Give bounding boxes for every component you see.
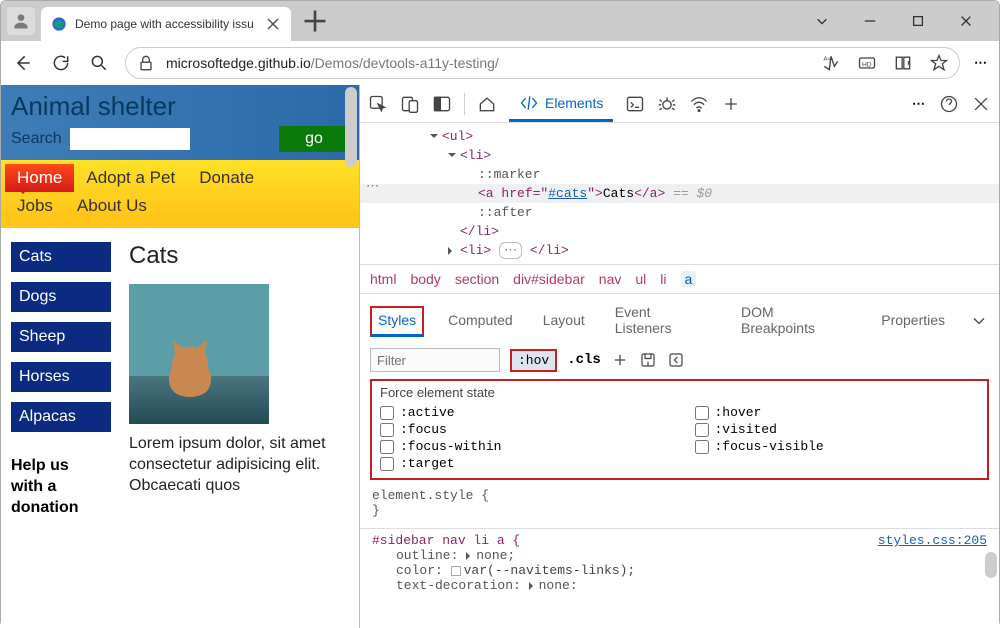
- search-label: Search: [11, 130, 62, 148]
- tab-close-icon[interactable]: [265, 16, 281, 32]
- elements-tree[interactable]: ⋯ <ul> <li> ::marker <a href="#cats">Cat…: [360, 123, 999, 264]
- css-element-style[interactable]: element.style { }: [360, 484, 999, 522]
- edge-icon: [51, 16, 67, 32]
- page-title: Animal shelter: [11, 91, 349, 122]
- chevron-down-icon[interactable]: [969, 311, 989, 331]
- nav-jobs[interactable]: Jobs: [5, 192, 65, 220]
- sidebar-item-sheep[interactable]: Sheep: [11, 322, 111, 352]
- devtools-more-icon[interactable]: ⋯: [912, 96, 927, 112]
- page-scrollbar[interactable]: [345, 87, 357, 167]
- device-icon[interactable]: [400, 94, 420, 114]
- toggle-cls-button[interactable]: .cls: [567, 352, 601, 368]
- window-close-icon[interactable]: [951, 6, 981, 36]
- breadcrumb[interactable]: html body section div#sidebar nav ul li …: [360, 264, 999, 294]
- tab-styles[interactable]: Styles: [370, 306, 424, 337]
- css-rule[interactable]: styles.css:205 #sidebar nav li a { outli…: [360, 528, 999, 597]
- search-input[interactable]: [70, 128, 190, 150]
- url-text: microsoftedge.github.io/Demos/devtools-a…: [166, 55, 499, 71]
- tab-computed[interactable]: Computed: [442, 308, 519, 334]
- save-icon[interactable]: [639, 351, 657, 369]
- force-target[interactable]: :target: [380, 455, 665, 472]
- welcome-icon[interactable]: [477, 94, 497, 114]
- reader-icon[interactable]: [893, 53, 913, 73]
- force-focus-visible[interactable]: :focus-visible: [695, 438, 980, 455]
- address-bar[interactable]: microsoftedge.github.io/Demos/devtools-a…: [125, 47, 960, 79]
- browser-tab[interactable]: Demo page with accessibility issu: [41, 7, 291, 41]
- network-icon[interactable]: [689, 94, 709, 114]
- tab-layout[interactable]: Layout: [537, 308, 591, 334]
- elements-menu-icon[interactable]: ⋯: [366, 179, 379, 194]
- styles-scrollbar[interactable]: [985, 552, 997, 578]
- force-visited[interactable]: :visited: [695, 421, 980, 438]
- bug-icon[interactable]: [657, 94, 677, 114]
- more-menu-icon[interactable]: ⋯: [974, 55, 989, 71]
- collapse-icon[interactable]: [667, 351, 685, 369]
- force-focus-within[interactable]: :focus-within: [380, 438, 665, 455]
- sidebar-item-alpacas[interactable]: Alpacas: [11, 402, 111, 432]
- force-state-panel: Force element state :active :focus :focu…: [370, 379, 989, 480]
- dock-icon[interactable]: [432, 94, 452, 114]
- svg-text:HD: HD: [862, 61, 872, 68]
- new-tab-button[interactable]: [301, 7, 329, 35]
- reload-button[interactable]: [49, 51, 73, 75]
- sidebar-item-dogs[interactable]: Dogs: [11, 282, 111, 312]
- add-tab-icon[interactable]: [721, 94, 741, 114]
- donation-help-text: Help us with a donation: [11, 456, 111, 518]
- content-heading: Cats: [129, 242, 349, 270]
- toggle-hov-button[interactable]: :hov: [510, 349, 557, 372]
- css-source-link[interactable]: styles.css:205: [878, 533, 987, 548]
- tab-properties[interactable]: Properties: [875, 308, 951, 334]
- help-icon[interactable]: [939, 94, 959, 114]
- nav-donate[interactable]: Donate: [187, 164, 266, 192]
- tab-dom-breakpoints[interactable]: DOM Breakpoints: [735, 300, 857, 342]
- back-button[interactable]: [11, 51, 35, 75]
- nav-about[interactable]: About Us: [65, 192, 159, 220]
- go-button[interactable]: go: [279, 126, 349, 152]
- profile-button[interactable]: [7, 7, 35, 35]
- window-dropdown-icon[interactable]: [807, 6, 837, 36]
- plus-icon[interactable]: [611, 351, 629, 369]
- nav-home[interactable]: Home: [5, 164, 74, 192]
- window-minimize-icon[interactable]: [855, 6, 885, 36]
- inspect-icon[interactable]: [368, 94, 388, 114]
- force-active[interactable]: :active: [380, 404, 665, 421]
- styles-filter-input[interactable]: [370, 348, 500, 372]
- read-aloud-icon[interactable]: A»: [821, 53, 841, 73]
- nav-adopt[interactable]: Adopt a Pet: [74, 164, 187, 192]
- force-hover[interactable]: :hover: [695, 404, 980, 421]
- hd-icon[interactable]: HD: [857, 53, 877, 73]
- tab-event-listeners[interactable]: Event Listeners: [609, 300, 717, 342]
- tab-elements[interactable]: Elements: [509, 87, 613, 122]
- search-icon[interactable]: [87, 51, 111, 75]
- svg-text:A»: A»: [824, 56, 831, 62]
- console-icon[interactable]: [625, 94, 645, 114]
- content-text: Lorem ipsum dolor, sit amet consectetur …: [129, 434, 349, 496]
- lock-icon: [136, 53, 156, 73]
- favorite-icon[interactable]: [929, 53, 949, 73]
- force-focus[interactable]: :focus: [380, 421, 665, 438]
- sidebar-item-cats[interactable]: Cats: [11, 242, 111, 272]
- window-maximize-icon[interactable]: [903, 6, 933, 36]
- tab-title: Demo page with accessibility issu: [75, 17, 257, 31]
- sidebar-item-horses[interactable]: Horses: [11, 362, 111, 392]
- close-devtools-icon[interactable]: [971, 94, 991, 114]
- cat-image: [129, 284, 269, 424]
